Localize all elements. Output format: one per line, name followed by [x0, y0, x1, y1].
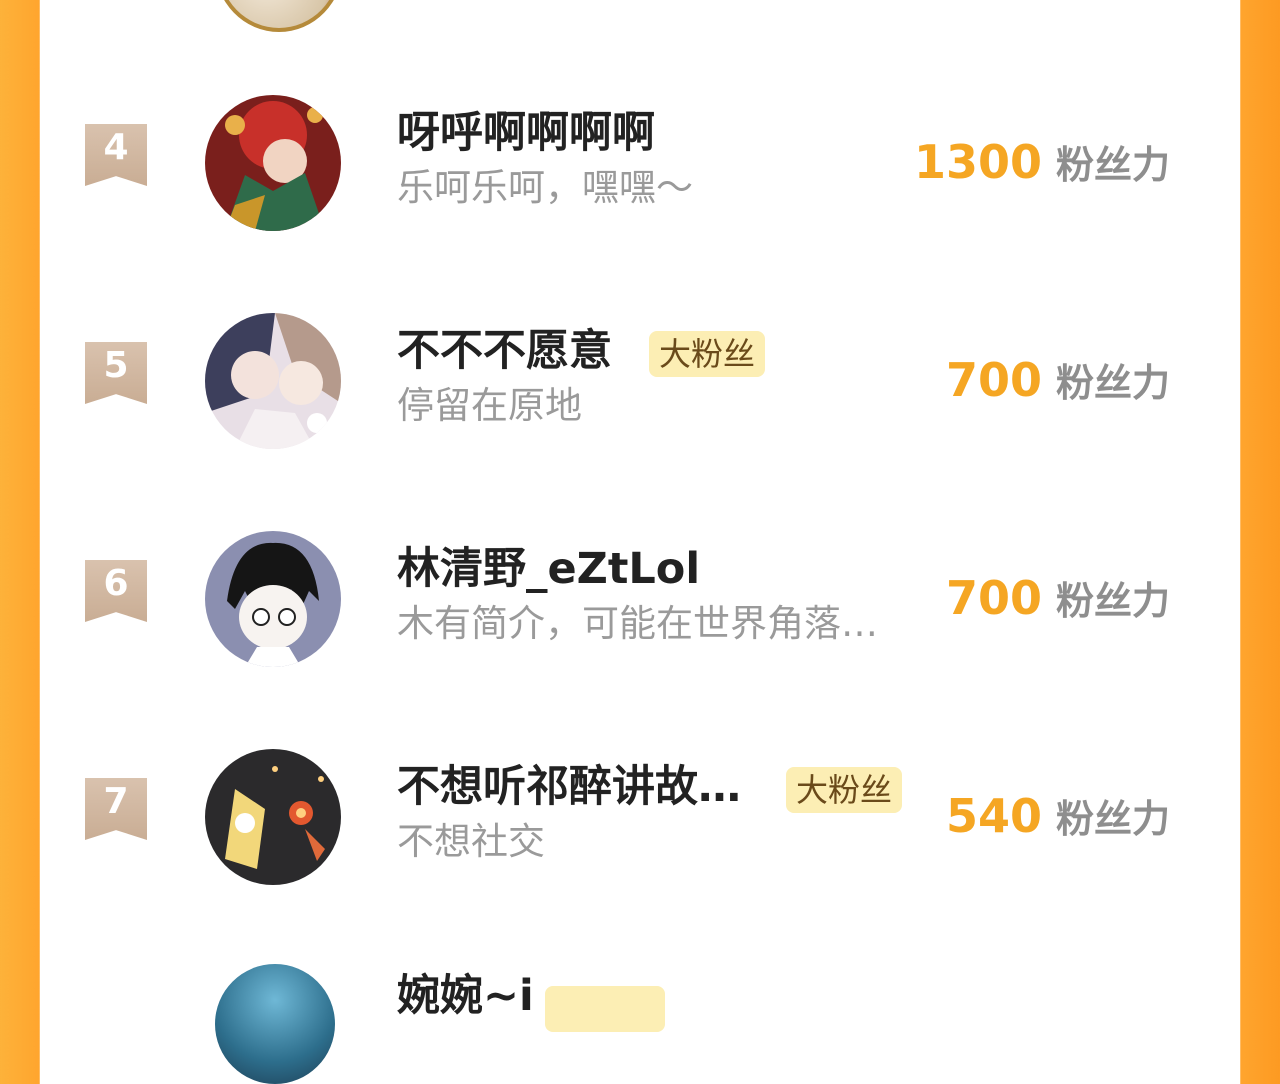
- ranking-row[interactable]: 7 不想听祁醉讲故… 大粉丝 不想社交 540 粉丝力: [40, 747, 1240, 887]
- rank-ribbon-icon: 4: [85, 124, 147, 186]
- next-user-name[interactable]: 婉婉~i: [397, 970, 534, 1022]
- fan-score-value: 540: [945, 789, 1042, 843]
- rank-number: 7: [103, 781, 129, 822]
- fan-score-value: 700: [945, 571, 1042, 625]
- rank-ribbon-icon: 7: [85, 778, 147, 840]
- next-big-fan-badge: [545, 986, 665, 1032]
- fan-ranking-panel: 4 呀呼啊啊啊啊 乐呵乐呵，嘿嘿～ 1300 粉丝力 5 不不不愿意 大粉丝 停…: [40, 0, 1240, 1084]
- user-bio: 停留在原地: [397, 384, 582, 427]
- fan-score: 1300 粉丝力: [914, 133, 1170, 202]
- user-bio: 乐呵乐呵，嘿嘿～: [397, 166, 693, 209]
- user-name[interactable]: 不想听祁醉讲故…: [397, 761, 741, 813]
- big-fan-badge: 大粉丝: [649, 331, 766, 377]
- fan-score-value: 700: [945, 353, 1042, 407]
- fan-score-unit: 粉丝力: [1055, 361, 1170, 405]
- user-avatar[interactable]: [205, 95, 341, 231]
- user-name[interactable]: 呀呼啊啊啊啊: [397, 107, 655, 159]
- fan-score: 700 粉丝力: [946, 351, 1170, 420]
- user-avatar[interactable]: [205, 313, 341, 449]
- rank-number: 6: [103, 563, 129, 604]
- fan-score-unit: 粉丝力: [1055, 143, 1170, 187]
- user-avatar[interactable]: [205, 749, 341, 885]
- fan-score-value: 1300: [913, 135, 1042, 189]
- fan-score-unit: 粉丝力: [1055, 797, 1170, 841]
- user-bio: 木有简介，可能在世界角落…: [397, 602, 878, 645]
- fan-score-unit: 粉丝力: [1055, 579, 1170, 623]
- fan-score: 700 粉丝力: [946, 569, 1170, 638]
- big-fan-badge: 大粉丝: [786, 767, 903, 813]
- rank-number: 5: [103, 345, 129, 386]
- fan-score: 540 粉丝力: [946, 787, 1170, 856]
- previous-user-avatar[interactable]: [215, 0, 343, 32]
- ranking-row[interactable]: 6 林清野_eZtLol 木有简介，可能在世界角落… 700 粉丝力: [40, 529, 1240, 669]
- user-name[interactable]: 不不不愿意: [397, 325, 612, 377]
- ranking-row[interactable]: 5 不不不愿意 大粉丝 停留在原地 700 粉丝力: [40, 311, 1240, 451]
- rank-ribbon-icon: 6: [85, 560, 147, 622]
- next-user-avatar[interactable]: [215, 964, 335, 1084]
- rank-number: 4: [103, 127, 129, 168]
- user-name[interactable]: 林清野_eZtLol: [397, 543, 700, 595]
- user-avatar[interactable]: [205, 531, 341, 667]
- rank-ribbon-icon: 5: [85, 342, 147, 404]
- user-bio: 不想社交: [397, 820, 545, 863]
- ranking-row[interactable]: 4 呀呼啊啊啊啊 乐呵乐呵，嘿嘿～ 1300 粉丝力: [40, 93, 1240, 233]
